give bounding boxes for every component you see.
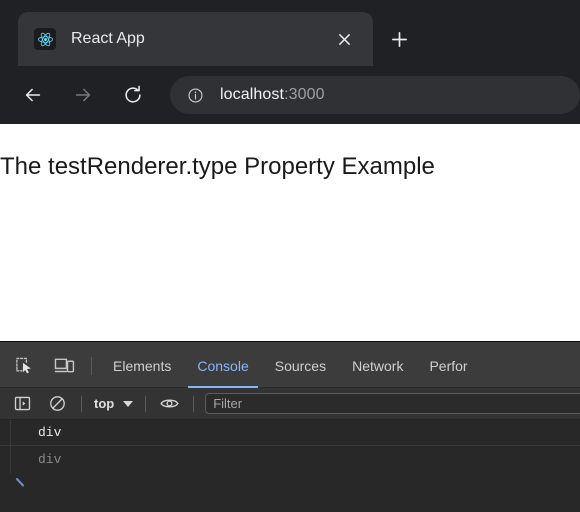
address-bar-text: localhost:3000 (220, 86, 325, 104)
inspect-element-icon[interactable] (10, 352, 38, 380)
console-message-text: div (38, 451, 62, 467)
browser-tab-react-app[interactable]: React App (18, 12, 373, 66)
address-bar[interactable]: localhost:3000 (170, 76, 580, 114)
close-icon[interactable] (329, 24, 359, 54)
filter-input[interactable]: Filter (205, 393, 580, 414)
page-title: The testRenderer.type Property Example (0, 153, 435, 180)
browser-window: React App localhost:3000 The testRendere… (0, 0, 580, 512)
url-host: localhost (220, 86, 285, 103)
device-toolbar-icon[interactable] (50, 352, 78, 380)
info-circle-icon[interactable] (187, 87, 204, 104)
navigation-toolbar: localhost:3000 (0, 66, 580, 124)
message-gutter (10, 446, 11, 473)
toolbar-divider (91, 356, 92, 375)
back-arrow-icon (25, 88, 41, 102)
reload-button[interactable] (114, 76, 152, 114)
filter-placeholder: Filter (213, 396, 243, 411)
tab-strip: React App (0, 0, 580, 66)
devtools-panel: Elements Console Sources Network Perfor (0, 341, 580, 512)
chevron-down-icon (123, 400, 134, 407)
plus-icon (391, 31, 407, 47)
filterbar-divider-2 (145, 395, 147, 412)
prompt-chevron-icon (14, 476, 28, 495)
console-message-row[interactable]: div (0, 446, 580, 473)
tab-performance[interactable]: Perfor (416, 344, 480, 388)
tab-console[interactable]: Console (184, 344, 261, 388)
new-tab-button[interactable] (382, 22, 416, 56)
context-selector-label: top (94, 396, 115, 411)
filterbar-divider-3 (193, 395, 195, 412)
reload-icon (125, 85, 141, 103)
clear-console-icon[interactable] (45, 392, 69, 416)
page-viewport: The testRenderer.type Property Example (0, 124, 580, 341)
live-expression-eye-icon[interactable] (157, 392, 181, 416)
forward-arrow-icon (75, 88, 91, 102)
url-rest: :3000 (284, 86, 325, 103)
console-message-text: div (38, 425, 62, 440)
devtools-tab-bar: Elements Console Sources Network Perfor (0, 344, 580, 388)
tab-elements[interactable]: Elements (100, 344, 184, 388)
tab-sources[interactable]: Sources (262, 344, 339, 388)
console-message-row[interactable]: div (0, 420, 580, 446)
react-logo-icon (34, 28, 56, 50)
console-filter-bar: top Filter (0, 388, 580, 420)
message-gutter (10, 420, 11, 446)
tab-network[interactable]: Network (339, 344, 416, 388)
console-prompt[interactable] (0, 472, 580, 496)
console-output: div div (0, 420, 580, 512)
tab-title: React App (71, 30, 145, 47)
forward-button[interactable] (64, 76, 102, 114)
back-button[interactable] (14, 76, 52, 114)
filterbar-divider-1 (81, 395, 82, 412)
console-sidebar-icon[interactable] (10, 392, 34, 416)
context-selector[interactable]: top (94, 396, 134, 411)
